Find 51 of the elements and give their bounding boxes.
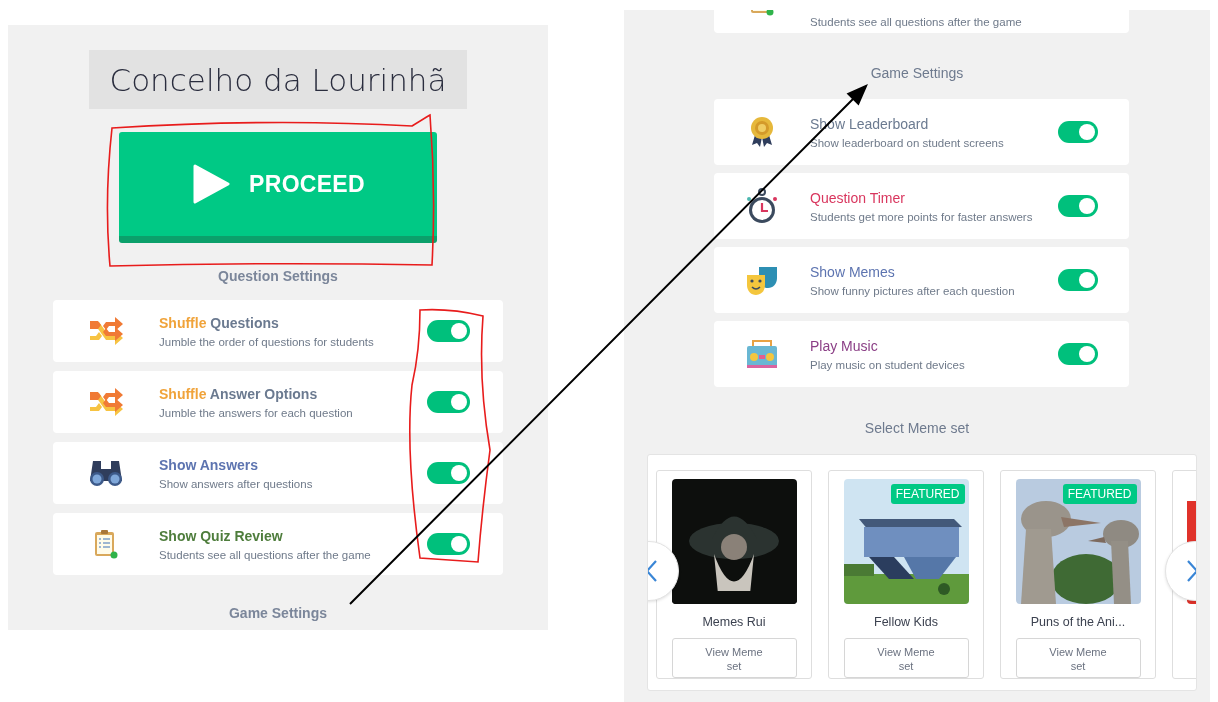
meme-card[interactable]: Memes Rui View Meme set [656, 470, 812, 679]
binoculars-icon [89, 459, 123, 487]
setting-description: Show funny pictures after each question [810, 284, 1016, 297]
setting-title: Show Quiz Review [159, 527, 284, 544]
setting-description: Play music on student devices [810, 358, 966, 371]
play-icon [191, 164, 232, 204]
setting-title: Show Answers [159, 456, 260, 473]
setting-title: Shuffle Answer Options [159, 385, 319, 402]
section-heading: Question Settings [218, 267, 338, 286]
setting-description: Jumble the order of questions for students [159, 335, 375, 348]
toggle-switch[interactable] [1058, 343, 1098, 365]
setting-title: Question Timer [810, 189, 906, 206]
game-title: Concelho da Lourinhã [89, 50, 467, 109]
setting-title: Shuffle Questions [159, 314, 280, 331]
toggle-switch[interactable] [1058, 121, 1098, 143]
toggle-switch[interactable] [427, 462, 470, 484]
setting-title: Play Music [810, 337, 879, 354]
section-heading: Game Settings [869, 64, 965, 83]
theater-masks-icon [745, 264, 779, 296]
shuffle-icon [89, 388, 123, 416]
meme-set-name: Puns of the Ani... [1030, 615, 1126, 629]
chevron-left-icon [648, 559, 658, 583]
featured-badge: FEATURED [890, 484, 965, 504]
toggle-switch[interactable] [1058, 195, 1098, 217]
view-meme-set-button[interactable]: View Meme set [843, 638, 969, 678]
view-meme-set-button[interactable]: View Meme set [1015, 638, 1141, 678]
clipboard-icon [93, 529, 119, 559]
toggle-switch[interactable] [427, 533, 470, 555]
setting-description: Show answers after questions [159, 477, 314, 490]
view-meme-set-button[interactable]: View Meme set [671, 638, 797, 678]
stopwatch-icon [745, 187, 779, 225]
meme-card[interactable]: FEATURED Fellow Kids View Meme set [828, 470, 984, 679]
meme-set-name: Memes Rui [702, 615, 766, 629]
featured-badge: FEATURED [1062, 484, 1137, 504]
medal-icon [748, 115, 776, 149]
section-heading: Select Meme set [863, 419, 971, 438]
setting-description: Students see all questions after the game [810, 16, 1022, 30]
meme-card[interactable]: FEATURED Puns of the Ani... View Meme set [1000, 470, 1156, 679]
meme-set-name: Fellow Kids [874, 615, 938, 629]
toggle-switch[interactable] [427, 320, 470, 342]
setting-description: Jumble the answers for each question [159, 406, 354, 419]
radio-icon [745, 338, 779, 370]
toggle-switch[interactable] [427, 391, 470, 413]
section-heading: Game Settings [229, 604, 327, 623]
setting-description: Show leaderboard on student screens [810, 136, 1005, 149]
toggle-switch[interactable] [1058, 269, 1098, 291]
setting-description: Students see all questions after the game [159, 548, 372, 561]
setting-description: Students get more points for faster answers [810, 210, 1034, 223]
setting-title: Show Memes [810, 263, 896, 280]
shuffle-icon [89, 317, 123, 345]
chevron-right-icon [1186, 559, 1196, 583]
